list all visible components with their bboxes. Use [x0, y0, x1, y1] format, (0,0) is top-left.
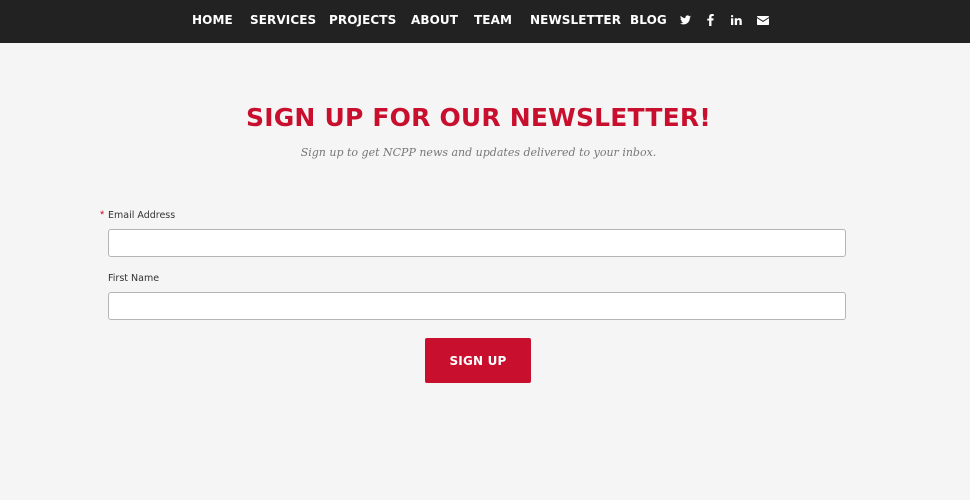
email-icon[interactable]	[755, 12, 771, 28]
top-navigation-bar: HOME SERVICES PROJECTS ABOUT TEAM NEWSLE…	[0, 0, 970, 43]
twitter-icon[interactable]	[677, 12, 693, 28]
facebook-icon[interactable]	[702, 12, 718, 28]
page-subtitle: Sign up to get NCPP news and updates del…	[300, 146, 657, 159]
first-name-field[interactable]	[108, 292, 846, 320]
nav-link-team[interactable]: TEAM	[474, 13, 512, 27]
page-title: SIGN UP FOR OUR NEWSLETTER!	[246, 103, 711, 132]
nav-link-projects[interactable]: PROJECTS	[329, 13, 396, 27]
email-field[interactable]	[108, 229, 846, 257]
nav-link-home[interactable]: HOME	[192, 13, 233, 27]
first-name-label: First Name	[108, 273, 160, 284]
nav-link-newsletter[interactable]: NEWSLETTER	[530, 13, 621, 27]
required-asterisk: *	[100, 209, 105, 221]
nav-link-services[interactable]: SERVICES	[250, 13, 316, 27]
email-label: Email Address	[108, 210, 176, 221]
nav-link-blog[interactable]: BLOG	[630, 13, 667, 27]
sign-up-button[interactable]: SIGN UP	[425, 338, 531, 383]
linkedin-icon[interactable]	[728, 12, 744, 28]
nav-link-about[interactable]: ABOUT	[411, 13, 458, 27]
